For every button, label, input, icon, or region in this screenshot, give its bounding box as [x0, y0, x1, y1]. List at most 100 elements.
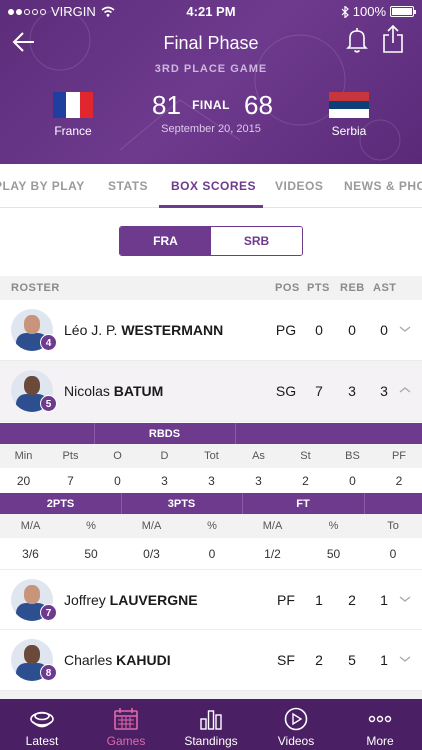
stat-label: Pts: [62, 450, 79, 462]
stats-labels-row: Min Pts O D Tot As St BS PF: [0, 444, 422, 468]
stat-value: 0: [349, 474, 356, 488]
stat-label: %: [328, 520, 339, 532]
player-ast: 0: [380, 322, 388, 338]
more-icon: [368, 715, 392, 723]
game-header: VIRGIN 4:21 PM 100% Final Phase 3RD PLAC…: [0, 0, 422, 164]
nav-videos-label: Videos: [277, 734, 315, 748]
tab-stats[interactable]: STATS: [108, 179, 148, 193]
stat-value: 3/6: [22, 547, 39, 561]
next-row-peek: [0, 691, 422, 699]
nav-standings-label: Standings: [184, 734, 238, 748]
player-pos: SG: [275, 383, 297, 399]
player-name: Léo J. P. WESTERMANN: [64, 322, 223, 338]
active-tab-indicator: [159, 205, 263, 208]
player-row[interactable]: 5 Nicolas BATUM SG 7 3 3: [0, 361, 422, 422]
latest-icon: [30, 711, 54, 728]
tab-play-by-play[interactable]: PLAY BY PLAY: [0, 179, 85, 193]
stat-value: 0: [208, 547, 216, 561]
jersey-number-badge: 7: [40, 604, 57, 621]
chevron-down-icon[interactable]: [398, 592, 412, 606]
chevron-up-icon[interactable]: [398, 383, 412, 397]
stat-label: D: [160, 450, 169, 462]
bluetooth-icon: [341, 5, 349, 18]
game-subtitle: 3RD PLACE GAME: [154, 63, 268, 75]
stat-value: 3: [255, 474, 262, 488]
player-pos: PG: [275, 322, 297, 338]
stats-values-row: 20 7 0 3 3 3 2 0 2: [0, 468, 422, 492]
shooting-header-bar: 2PTS 3PTS FT: [0, 493, 422, 514]
player-row[interactable]: 7 Joffrey LAUVERGNE PF 1 2 1: [0, 569, 422, 630]
reb-column: REB: [340, 282, 365, 294]
stat-value: 20: [16, 474, 31, 488]
stat-label: M/A: [262, 520, 283, 532]
player-reb: 3: [348, 383, 356, 399]
player-last-name: LAUVERGNE: [109, 592, 198, 608]
nav-more[interactable]: More: [338, 699, 422, 750]
player-reb: 0: [348, 322, 356, 338]
nav-latest[interactable]: Latest: [0, 699, 84, 750]
team-fra-button[interactable]: FRA: [120, 227, 211, 255]
share-icon[interactable]: [380, 24, 406, 54]
serbia-flag-icon: [329, 92, 369, 119]
stat-label: M/A: [141, 520, 162, 532]
player-row[interactable]: 4 Léo J. P. WESTERMANN PG 0 0 0: [0, 300, 422, 361]
stat-value: 7: [67, 474, 74, 488]
player-pts: 1: [315, 592, 323, 608]
stat-label: M/A: [20, 520, 41, 532]
player-reb: 5: [348, 652, 356, 668]
team-srb-button[interactable]: SRB: [211, 227, 302, 255]
player-name: Joffrey LAUVERGNE: [64, 592, 198, 608]
ft-label: FT: [296, 498, 310, 510]
stat-value: 2: [302, 474, 309, 488]
player-first-name: Nicolas: [64, 383, 110, 399]
stat-value: 3: [208, 474, 215, 488]
jersey-number-badge: 5: [40, 395, 57, 412]
3pts-label: 3PTS: [167, 498, 196, 510]
stat-value: 2: [395, 474, 403, 488]
shooting-values-row: 3/6 50 0/3 0 1/2 50 0: [0, 538, 422, 568]
tab-news-photos[interactable]: NEWS & PHO: [344, 179, 422, 193]
battery-label: 100%: [352, 4, 386, 19]
nav-latest-label: Latest: [25, 734, 59, 748]
player-pts: 0: [315, 322, 323, 338]
stat-label: Min: [14, 450, 33, 462]
player-last-name: WESTERMANN: [121, 322, 224, 338]
nav-videos[interactable]: Videos: [254, 699, 338, 750]
player-detail-stats: RBDS Min Pts O D Tot As St BS PF 20 7 0 …: [0, 423, 422, 569]
tab-box-scores[interactable]: BOX SCORES: [171, 179, 256, 193]
player-name: Nicolas BATUM: [64, 383, 163, 399]
chevron-down-icon[interactable]: [398, 652, 412, 666]
ast-column: AST: [373, 282, 397, 294]
play-icon: [284, 707, 308, 731]
stat-label: BS: [345, 450, 360, 462]
roster-column: ROSTER: [11, 282, 60, 294]
tab-videos[interactable]: VIDEOS: [275, 179, 323, 193]
player-pts: 2: [315, 652, 323, 668]
player-row[interactable]: 8 Charles KAHUDI SF 2 5 1: [0, 630, 422, 691]
nav-standings[interactable]: Standings: [168, 699, 254, 750]
nav-more-label: More: [366, 734, 394, 748]
nav-games[interactable]: Games: [84, 699, 168, 750]
shooting-labels-row: M/A % M/A % M/A % To: [0, 514, 422, 538]
jersey-number-badge: 8: [40, 664, 57, 681]
chevron-down-icon[interactable]: [398, 322, 412, 336]
player-first-name: Charles: [64, 652, 113, 668]
rbds-label: RBDS: [148, 428, 181, 440]
player-ast: 1: [380, 652, 388, 668]
stat-label: %: [86, 520, 96, 532]
background-pattern: [29, 9, 401, 161]
pos-column: POS: [275, 282, 300, 294]
player-ast: 1: [380, 592, 388, 608]
player-pts: 7: [315, 383, 323, 399]
bell-icon[interactable]: [344, 26, 370, 54]
stat-label: PF: [391, 450, 407, 462]
stat-label: %: [207, 520, 217, 532]
nav-games-label: Games: [106, 734, 146, 748]
status-bar: VIRGIN 4:21 PM 100%: [0, 0, 422, 22]
jersey-number-badge: 4: [40, 334, 57, 351]
player-first-name: Joffrey: [64, 592, 106, 608]
rbds-header-bar: RBDS: [0, 423, 422, 444]
stat-label: As: [252, 450, 265, 462]
stat-value: 1/2: [264, 547, 281, 561]
player-pos: SF: [277, 652, 295, 668]
